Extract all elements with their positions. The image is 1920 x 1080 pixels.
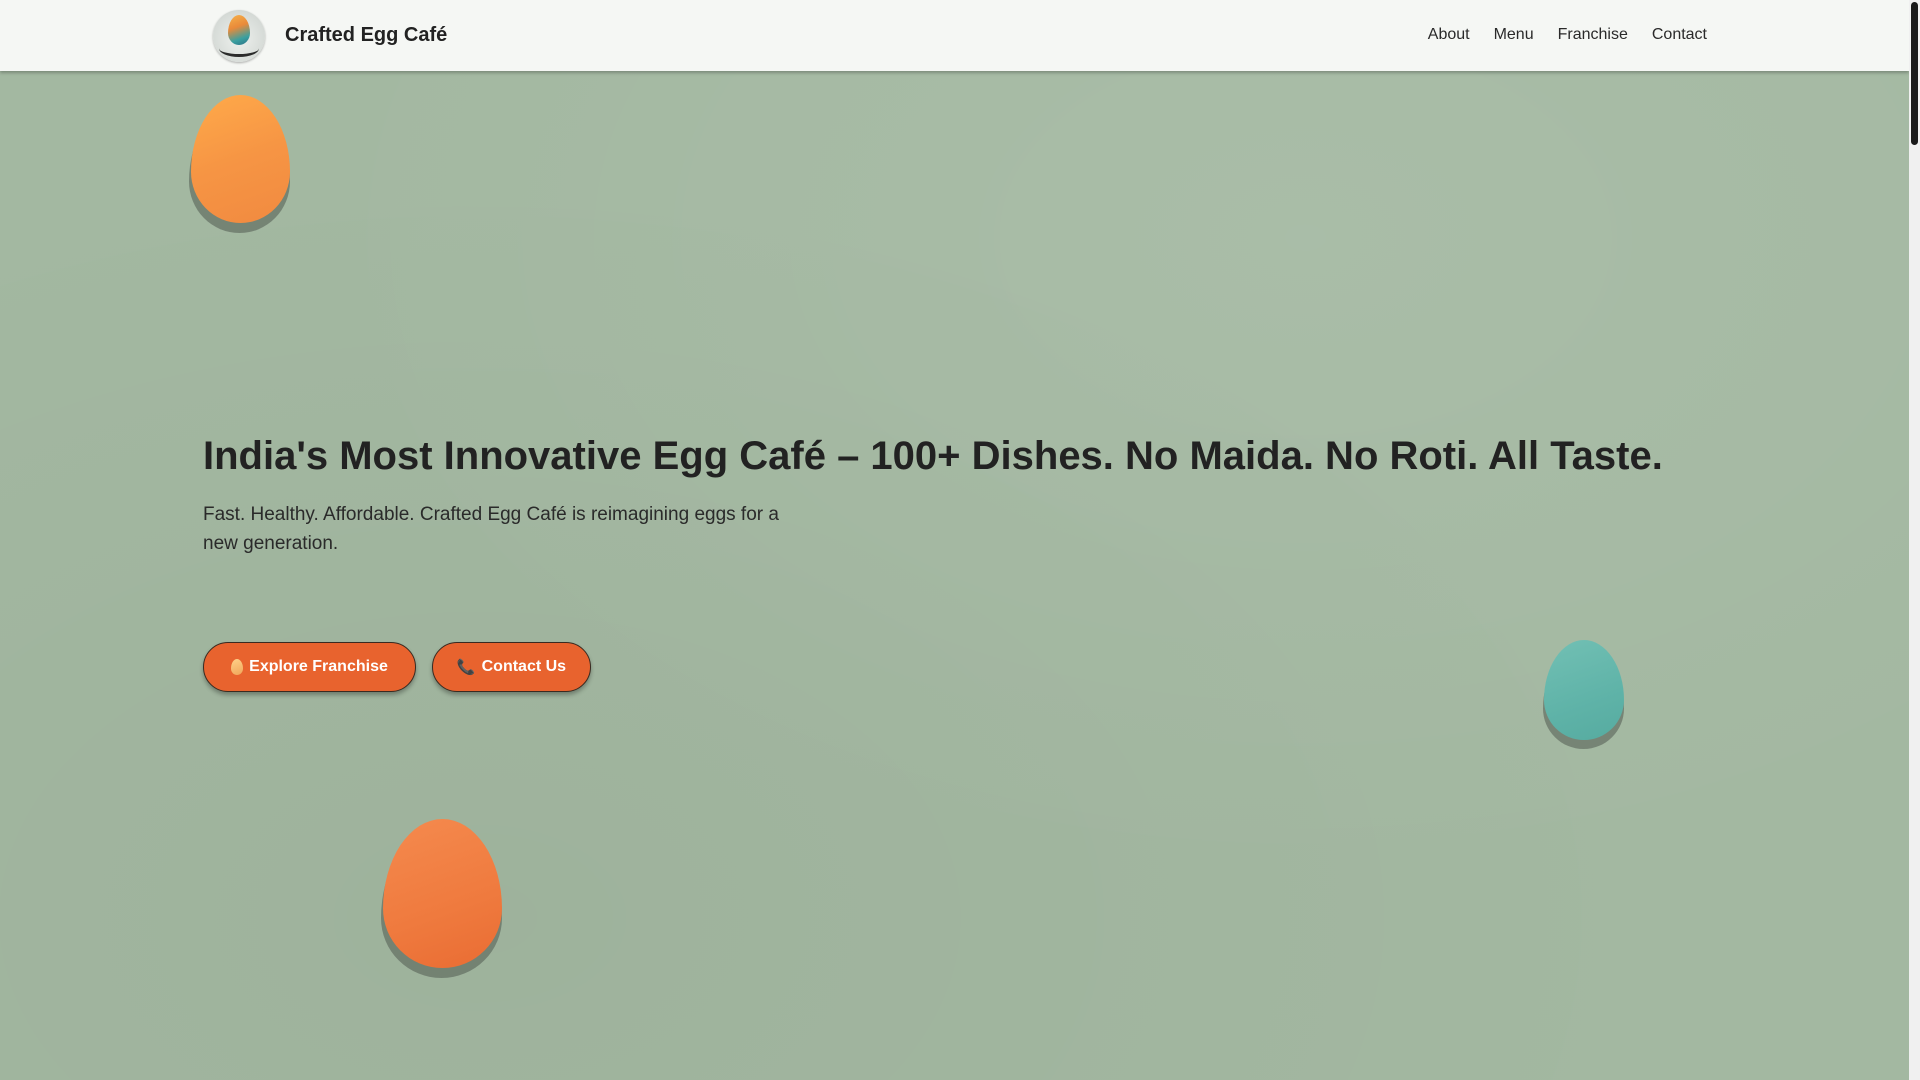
site-header: Crafted Egg Café About Menu Franchise Co… bbox=[0, 0, 1909, 71]
explore-franchise-label: Explore Franchise bbox=[249, 658, 388, 675]
egg-icon bbox=[231, 659, 244, 675]
phone-icon: 📞 bbox=[456, 659, 476, 676]
brand-name[interactable]: Crafted Egg Café bbox=[285, 24, 447, 47]
scrollbar[interactable] bbox=[1909, 0, 1920, 1080]
nav-link-franchise[interactable]: Franchise bbox=[1558, 26, 1628, 44]
nav-link-about[interactable]: About bbox=[1428, 26, 1470, 44]
logo-ring bbox=[219, 40, 259, 57]
main-nav: About Menu Franchise Contact bbox=[1428, 26, 1707, 44]
hero-title: India's Most Innovative Egg Café – 100+ … bbox=[203, 434, 1663, 478]
nav-link-contact[interactable]: Contact bbox=[1652, 26, 1707, 44]
hero-subtitle: Fast. Healthy. Affordable. Crafted Egg C… bbox=[203, 504, 779, 554]
nav-link-menu[interactable]: Menu bbox=[1494, 26, 1534, 44]
contact-us-button[interactable]: 📞 Contact Us bbox=[432, 642, 591, 692]
explore-franchise-button[interactable]: Explore Franchise bbox=[203, 642, 416, 692]
page: Crafted Egg Café About Menu Franchise Co… bbox=[0, 0, 1920, 1080]
contact-us-label: Contact Us bbox=[481, 658, 567, 675]
brand-logo[interactable] bbox=[213, 10, 265, 62]
scrollbar-thumb[interactable] bbox=[1911, 2, 1918, 145]
